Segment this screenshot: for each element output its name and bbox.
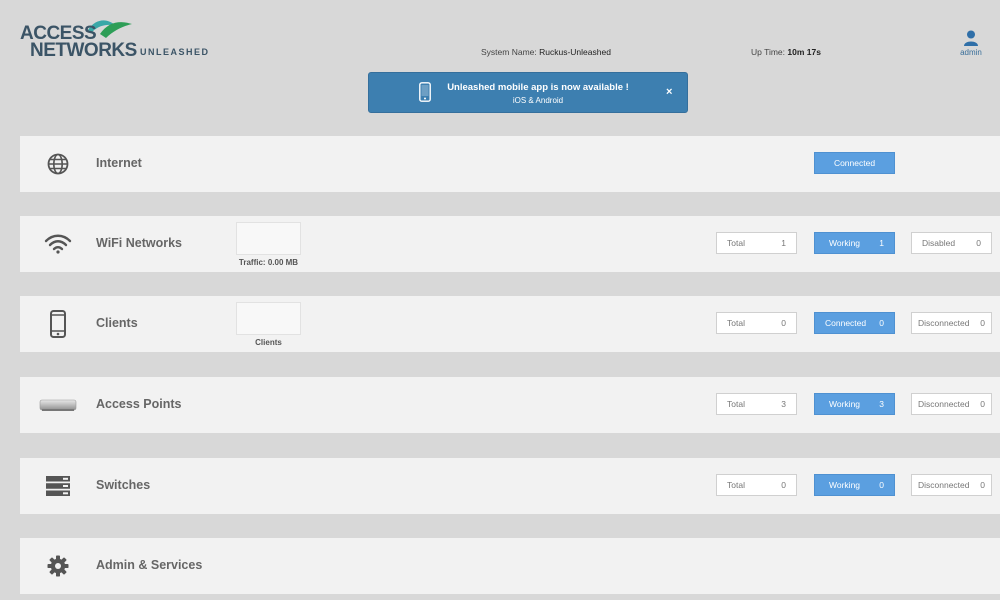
- stat-label: Total: [727, 238, 745, 248]
- stat-label: Disconnected: [918, 480, 970, 490]
- card-access-points[interactable]: Access Points Total 3 Working 3 Disconne…: [20, 377, 1000, 433]
- switches-stat-total[interactable]: Total 0: [716, 474, 797, 496]
- stat-value: 1: [781, 238, 786, 248]
- stat-label: Total: [727, 318, 745, 328]
- switches-stat-disconnected[interactable]: Disconnected 0: [911, 474, 992, 496]
- stat-label: Working: [829, 399, 861, 409]
- stat-label: Disabled: [922, 238, 956, 248]
- wifi-traffic-label: Traffic: 0.00 MB: [238, 258, 299, 267]
- system-name: System Name: Ruckus-Unleashed: [481, 47, 611, 57]
- aps-stat-working[interactable]: Working 3: [814, 393, 895, 415]
- access-point-icon: [38, 391, 78, 419]
- card-title-access-points: Access Points: [96, 397, 182, 411]
- mobile-app-banner: Unleashed mobile app is now available ! …: [368, 72, 688, 113]
- card-title-switches: Switches: [96, 478, 151, 492]
- aps-stat-total[interactable]: Total 3: [716, 393, 797, 415]
- stat-value: 0: [879, 480, 884, 490]
- top-header: ACCESS NETWORKS UNLEASHED System Name: R…: [0, 0, 1000, 70]
- stat-value: 0: [980, 480, 985, 490]
- uptime: Up Time: 10m 17s: [751, 47, 821, 57]
- banner-subtitle: iOS & Android: [512, 96, 564, 105]
- card-admin-services[interactable]: Admin & Services: [20, 538, 1000, 594]
- stat-value: 0: [980, 399, 985, 409]
- clients-stat-total[interactable]: Total 0: [716, 312, 797, 334]
- stat-value: 0: [976, 238, 981, 248]
- stat-label: Working: [829, 480, 861, 490]
- wifi-traffic-chart: [236, 222, 301, 255]
- uptime-value: 10m 17s: [787, 47, 821, 57]
- banner-title: Unleashed mobile app is now available !: [447, 82, 629, 93]
- stat-label: Connected: [825, 318, 867, 328]
- clients-chart: [236, 302, 301, 335]
- brand-line2: NETWORKS: [30, 40, 137, 61]
- gear-icon: [42, 552, 74, 580]
- card-clients[interactable]: Clients Clients Total 0 Connected 0 Disc…: [20, 296, 1000, 352]
- stat-value: 0: [879, 318, 884, 328]
- system-name-value: Ruckus-Unleashed: [539, 47, 611, 57]
- stat-value: 0: [781, 480, 786, 490]
- clients-chart-label: Clients: [255, 338, 282, 347]
- wifi-stat-total[interactable]: Total 1: [716, 232, 797, 254]
- stat-value: 0: [980, 318, 985, 328]
- card-title-internet: Internet: [96, 156, 142, 170]
- user-menu[interactable]: admin: [955, 30, 987, 60]
- clients-stat-connected[interactable]: Connected 0: [814, 312, 895, 334]
- stat-label: Total: [727, 399, 745, 409]
- card-internet[interactable]: Internet Connected: [20, 136, 1000, 192]
- wifi-stat-disabled[interactable]: Disabled 0: [911, 232, 992, 254]
- wifi-stat-working[interactable]: Working 1: [814, 232, 895, 254]
- smartphone-icon: [42, 310, 74, 338]
- card-wifi-networks[interactable]: WiFi Networks Traffic: 0.00 MB Total 1 W…: [20, 216, 1000, 272]
- brand-logo[interactable]: ACCESS NETWORKS UNLEASHED: [20, 14, 220, 64]
- system-name-label: System Name:: [481, 47, 537, 57]
- stat-value: 0: [781, 318, 786, 328]
- switches-stat-working[interactable]: Working 0: [814, 474, 895, 496]
- banner-close-button[interactable]: ×: [666, 86, 672, 98]
- stat-value: 3: [879, 399, 884, 409]
- stat-label: Disconnected: [918, 399, 970, 409]
- stat-label: Total: [727, 480, 745, 490]
- card-switches[interactable]: Switches Total 0 Working 0 Disconnected …: [20, 458, 1000, 514]
- card-title-wifi: WiFi Networks: [96, 236, 183, 250]
- brand-sub: UNLEASHED: [140, 47, 210, 57]
- user-label: admin: [960, 48, 982, 57]
- user-icon: [964, 30, 978, 46]
- aps-stat-disconnected[interactable]: Disconnected 0: [911, 393, 992, 415]
- card-title-admin-services: Admin & Services: [96, 558, 203, 572]
- wifi-icon: [42, 230, 74, 258]
- internet-status-badge[interactable]: Connected: [814, 152, 895, 174]
- uptime-label: Up Time:: [751, 47, 786, 57]
- card-title-clients: Clients: [96, 316, 138, 330]
- internet-status-label: Connected: [833, 158, 876, 168]
- stat-label: Disconnected: [918, 318, 970, 328]
- stat-value: 3: [781, 399, 786, 409]
- switch-stack-icon: [42, 472, 74, 500]
- globe-icon: [42, 150, 74, 178]
- clients-stat-disconnected[interactable]: Disconnected 0: [911, 312, 992, 334]
- stat-label: Working: [829, 238, 861, 248]
- stat-value: 1: [879, 238, 884, 248]
